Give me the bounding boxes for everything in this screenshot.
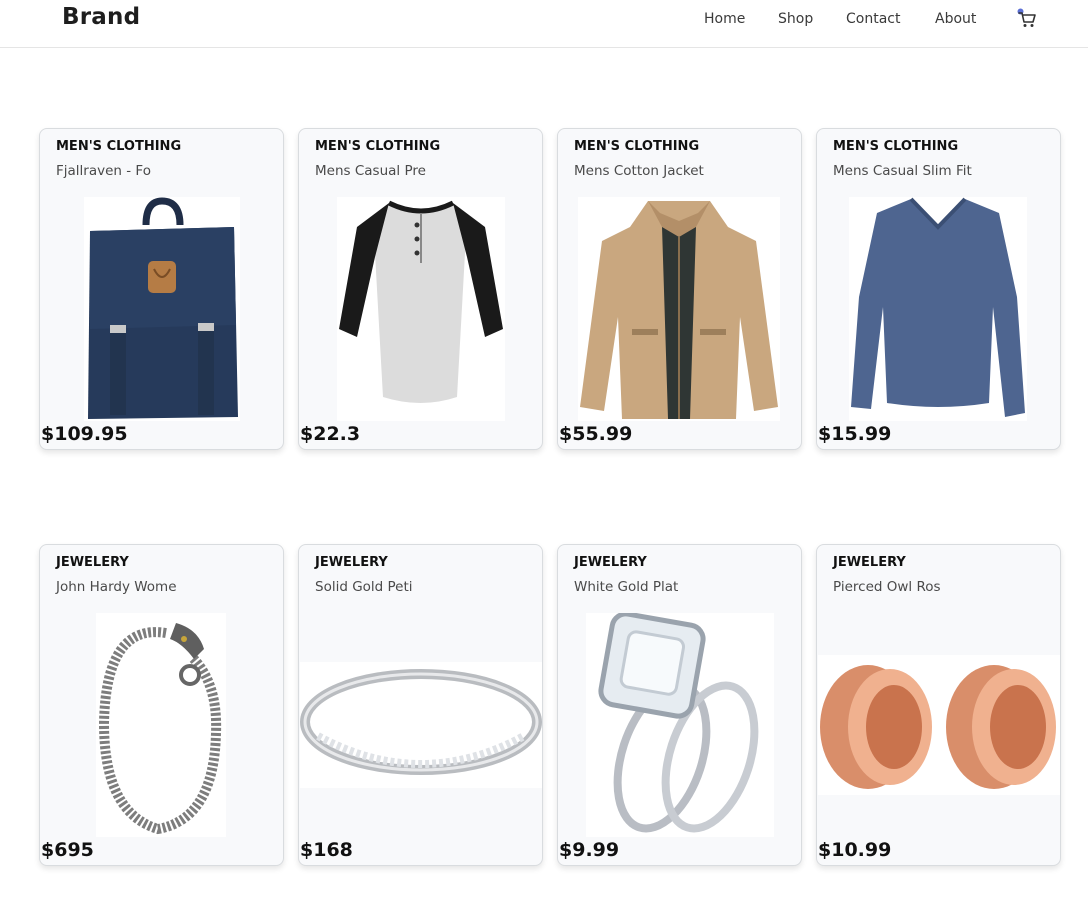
product-category: MEN'S CLOTHING [574, 139, 700, 154]
product-card[interactable]: MEN'S CLOTHING Mens Cotton Jacket $55.99 [557, 128, 802, 450]
product-title: White Gold Plat [574, 579, 679, 595]
product-price: $55.99 [559, 423, 633, 445]
brand-logo[interactable]: Brand [62, 4, 140, 30]
nav-about[interactable]: About [935, 11, 976, 27]
product-card[interactable]: MEN'S CLOTHING Mens Casual Pre $22.3 [298, 128, 543, 450]
product-title: Pierced Owl Ros [833, 579, 941, 595]
product-category: JEWELERY [56, 555, 129, 570]
jacket-image [578, 197, 780, 421]
product-category: MEN'S CLOTHING [315, 139, 441, 154]
product-category: JEWELERY [574, 555, 647, 570]
product-title: Mens Casual Pre [315, 163, 426, 179]
product-title: Mens Cotton Jacket [574, 163, 704, 179]
silver-ring-image [300, 662, 542, 788]
product-title: Mens Casual Slim Fit [833, 163, 972, 179]
cart-icon[interactable] [1016, 8, 1038, 30]
backpack-image [84, 197, 240, 421]
longsleeve-shirt-image [849, 197, 1027, 421]
diamond-ring-set-image [586, 613, 774, 837]
product-price: $109.95 [41, 423, 128, 445]
product-title: John Hardy Wome [56, 579, 177, 595]
product-card[interactable]: JEWELERY Pierced Owl Ros $10.99 [816, 544, 1061, 866]
top-navbar: Brand Home Shop Contact About [0, 0, 1088, 48]
product-category: JEWELERY [315, 555, 388, 570]
rose-gold-plugs-image [818, 655, 1060, 795]
product-card[interactable]: JEWELERY John Hardy Wome $695 [39, 544, 284, 866]
product-price: $10.99 [818, 839, 892, 861]
product-card[interactable]: MEN'S CLOTHING Mens Casual Slim Fit $15.… [816, 128, 1061, 450]
product-category: MEN'S CLOTHING [833, 139, 959, 154]
nav-contact[interactable]: Contact [846, 11, 900, 27]
nav-home[interactable]: Home [704, 11, 745, 27]
product-card[interactable]: MEN'S CLOTHING Fjallraven - Fo $109.95 [39, 128, 284, 450]
product-category: JEWELERY [833, 555, 906, 570]
product-card[interactable]: JEWELERY Solid Gold Peti $168 [298, 544, 543, 866]
raglan-tshirt-image [337, 197, 505, 421]
dragon-bracelet-image [96, 613, 226, 837]
nav-shop[interactable]: Shop [778, 11, 813, 27]
product-price: $168 [300, 839, 353, 861]
product-price: $9.99 [559, 839, 620, 861]
product-card[interactable]: JEWELERY White Gold Plat $9.99 [557, 544, 802, 866]
product-title: Solid Gold Peti [315, 579, 413, 595]
product-title: Fjallraven - Fo [56, 163, 151, 179]
product-category: MEN'S CLOTHING [56, 139, 182, 154]
product-price: $22.3 [300, 423, 361, 445]
product-price: $15.99 [818, 423, 892, 445]
product-price: $695 [41, 839, 94, 861]
